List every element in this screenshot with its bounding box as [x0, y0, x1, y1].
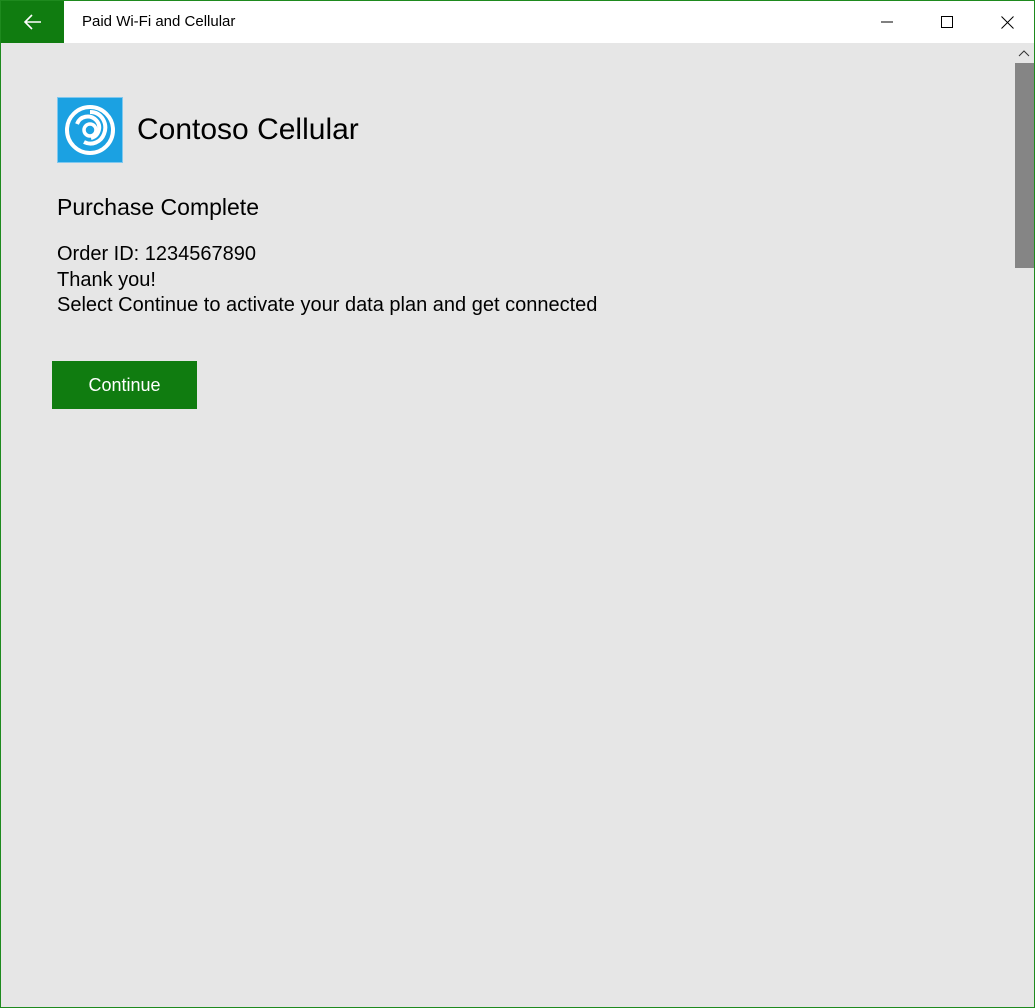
close-icon [1000, 15, 1014, 29]
window-title: Paid Wi-Fi and Cellular [82, 13, 236, 30]
minimize-button[interactable] [858, 1, 916, 43]
scroll-thumb[interactable] [1015, 63, 1034, 268]
contoso-logo [57, 97, 123, 163]
close-button[interactable] [978, 1, 1034, 43]
app-window: Paid Wi-Fi and Cellular Contoso Cellular… [0, 0, 1035, 1008]
minimize-icon [881, 21, 893, 23]
maximize-icon [941, 16, 953, 28]
scroll-up-button[interactable] [1013, 43, 1034, 63]
thank-you-text: Thank you! [57, 269, 156, 291]
vertical-scrollbar[interactable] [1013, 43, 1034, 1007]
order-id-text: Order ID: 1234567890 [57, 243, 257, 265]
contoso-swirl-icon [65, 105, 115, 155]
brand-name: Contoso Cellular [137, 113, 359, 146]
back-button[interactable] [1, 1, 64, 43]
instruction-text: Select Continue to activate your data pl… [57, 294, 598, 316]
chevron-up-icon [1018, 50, 1029, 57]
brand-header: Contoso Cellular [57, 97, 359, 163]
back-arrow-icon [23, 14, 41, 30]
maximize-button[interactable] [918, 1, 976, 43]
title-bar: Paid Wi-Fi and Cellular [1, 1, 1034, 43]
continue-button[interactable]: Continue [52, 361, 197, 409]
main-content: Contoso Cellular Purchase Complete Order… [1, 43, 1013, 1007]
page-title: Purchase Complete [57, 194, 259, 220]
